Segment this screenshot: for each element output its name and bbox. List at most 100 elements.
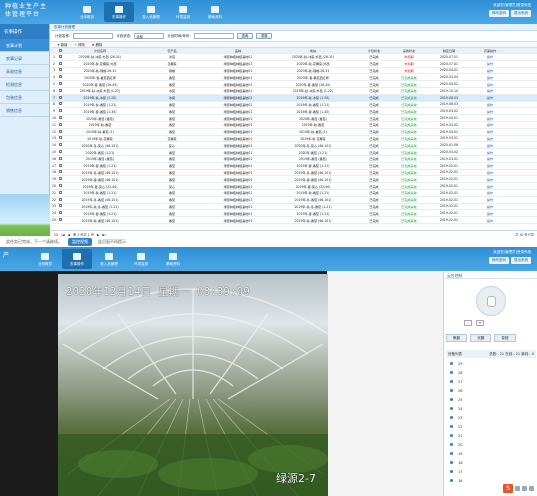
row-checkbox[interactable] (57, 143, 64, 147)
row-action-link[interactable]: 操作 (470, 61, 510, 66)
row-action-link[interactable]: 操作 (470, 75, 510, 80)
table-row[interactable]: 18 2019年-冬-番茄 (46-101) 番茄 绿源种植种植基地01 2019年-冬… (51, 170, 537, 177)
column-header[interactable] (57, 48, 64, 53)
edit-button[interactable]: ✎ 修改 (72, 42, 86, 47)
sidebar-item-harvest[interactable]: 采收信息 (0, 65, 49, 78)
zoom-out-button[interactable]: - (464, 320, 472, 326)
row-checkbox[interactable] (57, 197, 64, 202)
tray-icon[interactable] (515, 486, 520, 491)
table-row[interactable]: 15 2020年-番茄 (1-21) 番茄 绿源种植种植基地01 2020年-番茄 (1… (51, 149, 537, 156)
table-row[interactable]: 8 2019年-秋-番茄 (1-21) 番茄 绿源种植种植基地01 2019年-秋-番茄… (51, 102, 537, 109)
logout-button[interactable]: 退出系统 (511, 10, 531, 17)
table-row[interactable]: 6 2019年-秋-冰菜-外西 (1-22) 冰菜 绿源种植种植基地01 2019年-秋… (51, 88, 537, 95)
plan-status-select[interactable]: 全部 (134, 33, 165, 39)
row-checkbox[interactable] (57, 150, 64, 154)
table-row[interactable]: 16 2019年-番茄 (番茄) 番茄 绿源种植种植基地01 2019年-番茄 (番茄)… (51, 156, 537, 163)
row-checkbox[interactable] (57, 163, 64, 168)
table-row[interactable]: 14 2020年-冬-菜心 (46-101) 菜心 绿源种植种植基地01 2020年-冬… (51, 142, 537, 150)
row-action-link[interactable]: 操作 (470, 68, 510, 73)
row-checkbox[interactable] (57, 122, 64, 127)
row-action-link[interactable]: 操作 (470, 102, 510, 107)
zoom-in-button[interactable]: + (476, 320, 484, 326)
row-checkbox[interactable] (57, 109, 64, 113)
row-action-link[interactable]: 操作 (470, 190, 510, 195)
row-action-link[interactable]: 操作 (470, 218, 510, 223)
logout-button[interactable]: 退出系统 (511, 257, 531, 264)
tray-icon[interactable] (522, 486, 527, 491)
nav-3[interactable]: 环境监测 (126, 249, 156, 269)
row-action-link[interactable]: 操作 (470, 177, 510, 182)
row-checkbox[interactable] (57, 102, 64, 106)
row-action-link[interactable]: 操作 (470, 54, 510, 59)
row-checkbox[interactable] (57, 170, 64, 174)
tray-icon[interactable] (529, 486, 534, 491)
row-action-link[interactable]: 操作 (470, 184, 510, 189)
device-list-item[interactable]: 22 (446, 422, 536, 431)
row-action-link[interactable]: 操作 (470, 163, 510, 168)
table-row[interactable]: 20 2019年-春-菜心 (22-40) 菜心 绿源种植种植基地01 2019年-春-… (51, 183, 537, 190)
query-button[interactable]: 查询 (236, 33, 254, 39)
row-action-link[interactable]: 操作 (470, 95, 510, 100)
row-checkbox[interactable] (57, 68, 64, 72)
row-checkbox[interactable] (57, 129, 64, 134)
sidebar-item-farm-record[interactable]: 农事记录 (0, 52, 49, 65)
nav-0[interactable]: 业务概览 (30, 249, 60, 269)
table-row[interactable]: 1 2020年-秋-冰菜-外西 (26-31) 冰菜 绿源种植种植基地01 2020年-… (51, 54, 537, 61)
row-checkbox[interactable] (57, 204, 64, 208)
sidebar-item-sales[interactable]: 销售信息 (0, 104, 49, 117)
device-list-item[interactable]: 21 (446, 431, 536, 440)
table-row[interactable]: 22 2019年-冬-番茄 (46-101) 番茄 绿源种植种植基地01 2019年-冬… (51, 197, 537, 204)
change-password-button[interactable]: 修改密码 (489, 257, 509, 264)
row-action-link[interactable]: 操作 (470, 150, 510, 155)
row-checkbox[interactable] (57, 177, 64, 181)
tab-focus[interactable]: 焦距 (446, 334, 468, 342)
video-monitor-button[interactable]: 监控视频 (68, 237, 92, 246)
row-action-link[interactable]: 操作 (470, 156, 510, 161)
tab-iris[interactable]: 光圈 (470, 334, 492, 342)
row-checkbox[interactable] (57, 211, 64, 215)
nav-4[interactable]: 基础资料 (158, 249, 188, 269)
device-list-item[interactable]: 27 (446, 377, 536, 386)
row-checkbox[interactable] (57, 190, 64, 195)
nav-0[interactable]: 业务概览 (72, 2, 102, 22)
row-checkbox[interactable] (57, 184, 64, 188)
table-row[interactable]: 17 2019年-春-番茄 (1-21) 番茄 绿源种植种植基地01 2019年-春-番… (51, 163, 537, 170)
table-row[interactable]: 10 2020年-番茄 (番茄) 番茄 绿源种植种植基地01 2020年-番茄 (番茄)… (51, 115, 537, 122)
row-checkbox[interactable] (57, 136, 64, 140)
table-row[interactable]: 3 2020年-秋-辣椒-26-31 辣椒 绿源种植种植基地01 2020年-秋-辣椒-… (51, 68, 537, 75)
nav-1[interactable]: 农事操作 (62, 249, 92, 269)
row-checkbox[interactable] (57, 218, 64, 222)
nav-1[interactable]: 农事操作 (104, 2, 134, 22)
table-row[interactable]: 2 2020年-秋-花椰菜-外西 花椰菜 绿源种植种植基地01 2020年-秋-花椰菜-… (51, 61, 537, 68)
table-row[interactable]: 24 2019年-春-番茄 (1-21) 番茄 绿源种植种植基地01 2019年-春-番… (51, 210, 537, 218)
ptz-joystick[interactable] (476, 286, 506, 316)
tab-zoom[interactable]: 变倍 (494, 334, 516, 342)
row-checkbox[interactable] (57, 54, 64, 59)
table-row[interactable]: 13 2019年-秋-花椰菜 花椰菜 绿源种植种植基地01 2019年-秋-花椰菜 已完成… (51, 136, 537, 143)
nav-2[interactable]: 投入品管理 (136, 2, 166, 22)
row-action-link[interactable]: 操作 (470, 204, 510, 209)
table-row[interactable]: 5 2020年-春-番茄 (26-45) 番茄 绿源种植种植基地01 2020年-春-番… (51, 81, 537, 88)
row-checkbox[interactable] (57, 95, 64, 100)
row-checkbox[interactable] (57, 156, 64, 161)
row-action-link[interactable]: 操作 (470, 129, 510, 134)
row-action-link[interactable]: 操作 (470, 109, 510, 114)
row-checkbox[interactable] (57, 88, 64, 93)
reset-button[interactable]: 重置 (256, 33, 273, 39)
table-row[interactable]: 25 2019年-秋-番茄 (46-101) 番茄 绿源种植种植基地01 2019年-秋… (51, 217, 537, 224)
row-action-link[interactable]: 操作 (470, 143, 510, 148)
table-row[interactable]: 21 2019年-秋-番茄 (1-21) 番茄 绿源种植种植基地01 2019年-秋-番… (51, 190, 537, 197)
nav-3[interactable]: 环境监测 (168, 2, 198, 22)
table-row[interactable]: 23 2019年-秋-冬-番茄 (1-21) 番茄 绿源种植种植基地01 2019年-秋… (51, 204, 537, 211)
plan-time-input[interactable] (193, 33, 234, 39)
plan-name-input[interactable] (73, 33, 114, 39)
sidebar-item-farm-plan[interactable]: 农事计划 (0, 39, 49, 52)
nav-2[interactable]: 投入品管理 (94, 249, 124, 269)
add-button[interactable]: ✚ 新增 (55, 42, 69, 47)
table-row[interactable]: 12 2019年-秋-番茄 (1) 番茄 绿源种植种植基地01 2019年-秋-番茄 (… (51, 129, 537, 136)
table-row[interactable]: 19 2019年-春-番茄 (46-101) 番茄 绿源种植种植基地01 2019年-春… (51, 176, 537, 184)
sidebar-item-inspection[interactable]: 检测信息 (0, 78, 49, 91)
table-row[interactable]: 4 2020年-春-番茄西红柿 番茄 绿源种植种植基地01 2020年-春-番茄西红柿已… (51, 74, 537, 82)
table-row[interactable]: 11 2019年-秋-番茄 番茄 绿源种植种植基地01 2019年-秋-番茄 已完成 已完成… (51, 122, 537, 129)
row-action-link[interactable]: 操作 (470, 136, 510, 141)
